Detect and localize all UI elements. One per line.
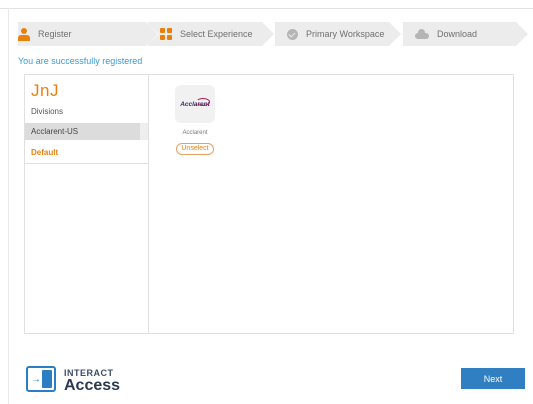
step-primary-workspace[interactable]: Primary Workspace [275,22,402,46]
experience-content: Acclarent Acclarent Unselect [149,75,513,333]
window-left-border [8,8,9,404]
next-button[interactable]: Next [461,368,525,389]
grid-icon [160,28,172,40]
divisions-label: Divisions [31,107,64,116]
interact-access-logo-icon: → [26,366,56,392]
division-item-acclarent-us[interactable]: Acclarent-US [25,123,148,140]
default-item[interactable]: Default [25,142,148,164]
user-icon [18,27,30,41]
registration-stepper: Register Select Experience Primary Works… [18,22,529,46]
step-download-label: Download [437,29,478,39]
step-primary-workspace-label: Primary Workspace [306,29,385,39]
step-download[interactable]: Download [403,22,529,46]
unselect-button[interactable]: Unselect [176,143,214,155]
step-register[interactable]: Register [18,22,159,46]
acclarent-logo: Acclarent [180,97,211,108]
success-message: You are successfully registered [18,56,143,66]
window-top-border [0,8,533,9]
division-item-label: Acclarent-US [31,127,79,136]
step-select-experience[interactable]: Select Experience [148,22,275,46]
step-register-label: Register [38,29,72,39]
division-scrollbar[interactable] [140,123,148,140]
step-select-experience-label: Select Experience [180,29,253,39]
experience-tile-acclarent[interactable]: Acclarent [175,85,215,123]
experience-panel: JnJ Divisions Acclarent-US Default Accla… [24,74,514,334]
check-circle-icon [287,28,298,40]
door-icon [42,370,52,388]
brand-access: Access [64,377,121,394]
company-name: JnJ [31,81,59,100]
cloud-icon [415,29,429,39]
enter-arrow-icon: → [31,374,41,385]
experience-tile-name: Acclarent [182,130,208,136]
divisions-sidebar: JnJ Divisions Acclarent-US Default [25,75,149,333]
